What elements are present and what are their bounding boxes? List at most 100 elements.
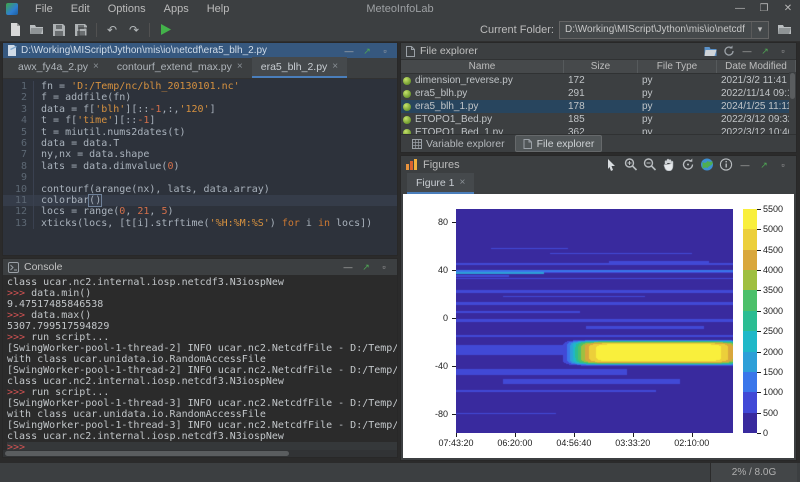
select-arrow-icon[interactable] xyxy=(604,159,620,171)
code-line-4[interactable]: 4t = f['time'][::-1] xyxy=(3,115,397,126)
chevron-down-icon[interactable]: ▾ xyxy=(751,22,768,38)
tab-file-explorer[interactable]: File explorer xyxy=(515,135,603,152)
redo-button[interactable]: ↷ xyxy=(123,20,145,40)
code-line-6[interactable]: 6data = data.T xyxy=(3,138,397,149)
figure-area: 80400-40-8007:43:2006:20:0004:56:4003:33… xyxy=(403,194,794,458)
code-line-10[interactable]: 10contourf(arange(nx), lats, data.array) xyxy=(3,184,397,195)
column-header-date-modified[interactable]: Date Modified xyxy=(717,60,796,73)
console-float-button[interactable]: ↗ xyxy=(358,260,374,274)
column-header-file-type[interactable]: File Type xyxy=(638,60,717,73)
column-header-size[interactable]: Size xyxy=(564,60,638,73)
code-editor[interactable]: 1fn = 'D:/Temp/nc/blh_20130101.nc'2f = a… xyxy=(3,79,397,255)
code-line-11[interactable]: 11colorbar() xyxy=(3,195,397,206)
code-line-5[interactable]: 5t = miutil.nums2dates(t) xyxy=(3,127,397,138)
file-explorer-float-button[interactable]: ↗ xyxy=(757,44,773,58)
y-tick-label: -80 xyxy=(403,409,448,419)
close-icon[interactable]: × xyxy=(460,177,466,188)
code-text: t = f['time'][::-1] xyxy=(41,115,155,126)
code-line-12[interactable]: 12locs = range(0, 21, 5) xyxy=(3,206,397,217)
colorbar-tick-label: 3500 xyxy=(763,285,783,295)
code-line-3[interactable]: 3data = f['blh'][::-1,:,'120'] xyxy=(3,104,397,115)
file-explorer-maximize-button[interactable]: ▫ xyxy=(775,44,791,58)
rotate-icon[interactable] xyxy=(680,158,696,171)
column-header-name[interactable]: Name xyxy=(401,60,564,73)
prompt-icon: >>> xyxy=(7,442,31,450)
editor-tab-era5_blh_2.py[interactable]: era5_blh_2.py× xyxy=(252,57,347,78)
current-folder-combobox[interactable]: D:\Working\MIScript\Jython\mis\io\netcdf… xyxy=(559,21,769,39)
zoom-in-icon[interactable] xyxy=(623,158,639,171)
zoom-out-icon[interactable] xyxy=(642,158,658,171)
console-output[interactable]: class ucar.nc2.internal.iosp.netcdf3.N3i… xyxy=(3,275,397,450)
editor-maximize-button[interactable]: ▫ xyxy=(377,44,393,58)
editor-tab-awx_fy4a_2.py[interactable]: awx_fy4a_2.py× xyxy=(9,57,108,78)
save-all-icon xyxy=(75,24,87,36)
colorbar-tick-label: 3000 xyxy=(763,306,783,316)
globe-icon[interactable] xyxy=(699,158,715,171)
table-row[interactable]: era5_blh_1.py178py2024/1/25 11:11 xyxy=(401,100,796,113)
menu-options[interactable]: Options xyxy=(99,0,155,18)
console-line-7: [SwingWorker-pool-1-thread-2] INFO ucar.… xyxy=(7,343,397,354)
menu-edit[interactable]: Edit xyxy=(62,0,99,18)
editor-float-button[interactable]: ↗ xyxy=(359,44,375,58)
new-file-button[interactable] xyxy=(4,20,26,40)
code-line-2[interactable]: 2f = addfile(fn) xyxy=(3,92,397,103)
pan-hand-icon[interactable] xyxy=(661,158,677,171)
code-line-8[interactable]: 8lats = data.dimvalue(0) xyxy=(3,161,397,172)
figures-maximize-button[interactable]: ▫ xyxy=(775,158,791,172)
code-text: fn = 'D:/Temp/nc/blh_20130101.nc' xyxy=(41,81,240,92)
open-file-button[interactable] xyxy=(26,20,48,40)
code-line-1[interactable]: 1fn = 'D:/Temp/nc/blh_20130101.nc' xyxy=(3,81,397,92)
code-line-9[interactable]: 9 xyxy=(3,172,397,183)
figures-float-button[interactable]: ↗ xyxy=(756,158,772,172)
table-row[interactable]: ETOPO1_Bed.py185py2022/3/12 09:32 xyxy=(401,113,796,126)
figures-minimize-button[interactable]: — xyxy=(737,158,753,172)
close-icon[interactable]: × xyxy=(332,61,338,72)
browse-folder-button[interactable] xyxy=(774,20,796,40)
file-name-cell: era5_blh.py xyxy=(401,87,564,100)
editor-tab-contourf_extend_max.py[interactable]: contourf_extend_max.py× xyxy=(108,57,252,78)
window-minimize-button[interactable]: — xyxy=(728,0,752,18)
console-horizontal-scrollbar[interactable] xyxy=(3,450,397,457)
window-maximize-button[interactable]: ❐ xyxy=(752,0,776,18)
scrollbar-thumb[interactable] xyxy=(5,451,289,456)
editor-minimize-button[interactable]: — xyxy=(341,44,357,58)
run-script-button[interactable] xyxy=(154,20,176,40)
save-button[interactable] xyxy=(48,20,70,40)
save-all-button[interactable] xyxy=(70,20,92,40)
file-name: era5_blh_1.py xyxy=(415,100,478,113)
table-row[interactable]: era5_blh.py291py2022/11/14 09:11 xyxy=(401,87,796,100)
info-icon[interactable] xyxy=(718,158,734,171)
table-row[interactable]: dimension_reverse.py172py2021/3/2 11:41 xyxy=(401,74,796,87)
file-table-scrollbar[interactable] xyxy=(789,72,796,134)
figure-heatmap[interactable] xyxy=(456,209,733,433)
line-number: 3 xyxy=(3,104,34,115)
colorbar-tick-mark xyxy=(757,331,761,332)
undo-button[interactable]: ↶ xyxy=(101,20,123,40)
code-line-13[interactable]: 13xticks(locs, [t[i].strftime('%H:%M:%S'… xyxy=(3,218,397,229)
x-tick-mark xyxy=(633,433,634,437)
console-maximize-button[interactable]: ▫ xyxy=(376,260,392,274)
menu-apps[interactable]: Apps xyxy=(155,0,198,18)
file-size-cell: 362 xyxy=(564,126,638,134)
editor-panel: D:\Working\MIScript\Jython\mis\io\netcdf… xyxy=(2,42,398,256)
tab-figure-1[interactable]: Figure 1 × xyxy=(407,173,474,194)
open-folder-icon[interactable] xyxy=(703,46,719,57)
close-icon[interactable]: × xyxy=(237,61,243,72)
table-row[interactable]: ETOPO1_Bed_1.py362py2022/3/12 10:40 xyxy=(401,126,796,134)
refresh-icon[interactable] xyxy=(721,45,737,57)
console-line-1: class ucar.nc2.internal.iosp.netcdf3.N3i… xyxy=(7,277,397,288)
close-icon[interactable]: × xyxy=(93,61,99,72)
window-close-button[interactable]: ✕ xyxy=(776,0,800,18)
code-line-7[interactable]: 7ny,nx = data.shape xyxy=(3,149,397,160)
menu-file[interactable]: File xyxy=(26,0,62,18)
memory-indicator[interactable]: 2% / 8.0G xyxy=(710,463,797,482)
colorbar-tick-mark xyxy=(757,229,761,230)
file-explorer-minimize-button[interactable]: — xyxy=(739,44,755,58)
scrollbar-thumb[interactable] xyxy=(790,73,795,99)
x-tick-label: 02:10:00 xyxy=(664,438,720,448)
menu-help[interactable]: Help xyxy=(198,0,239,18)
console-minimize-button[interactable]: — xyxy=(340,260,356,274)
tab-variable-explorer[interactable]: Variable explorer xyxy=(405,136,512,151)
file-name-cell: ETOPO1_Bed_1.py xyxy=(401,126,564,134)
colorbar-tick-label: 1500 xyxy=(763,367,783,377)
